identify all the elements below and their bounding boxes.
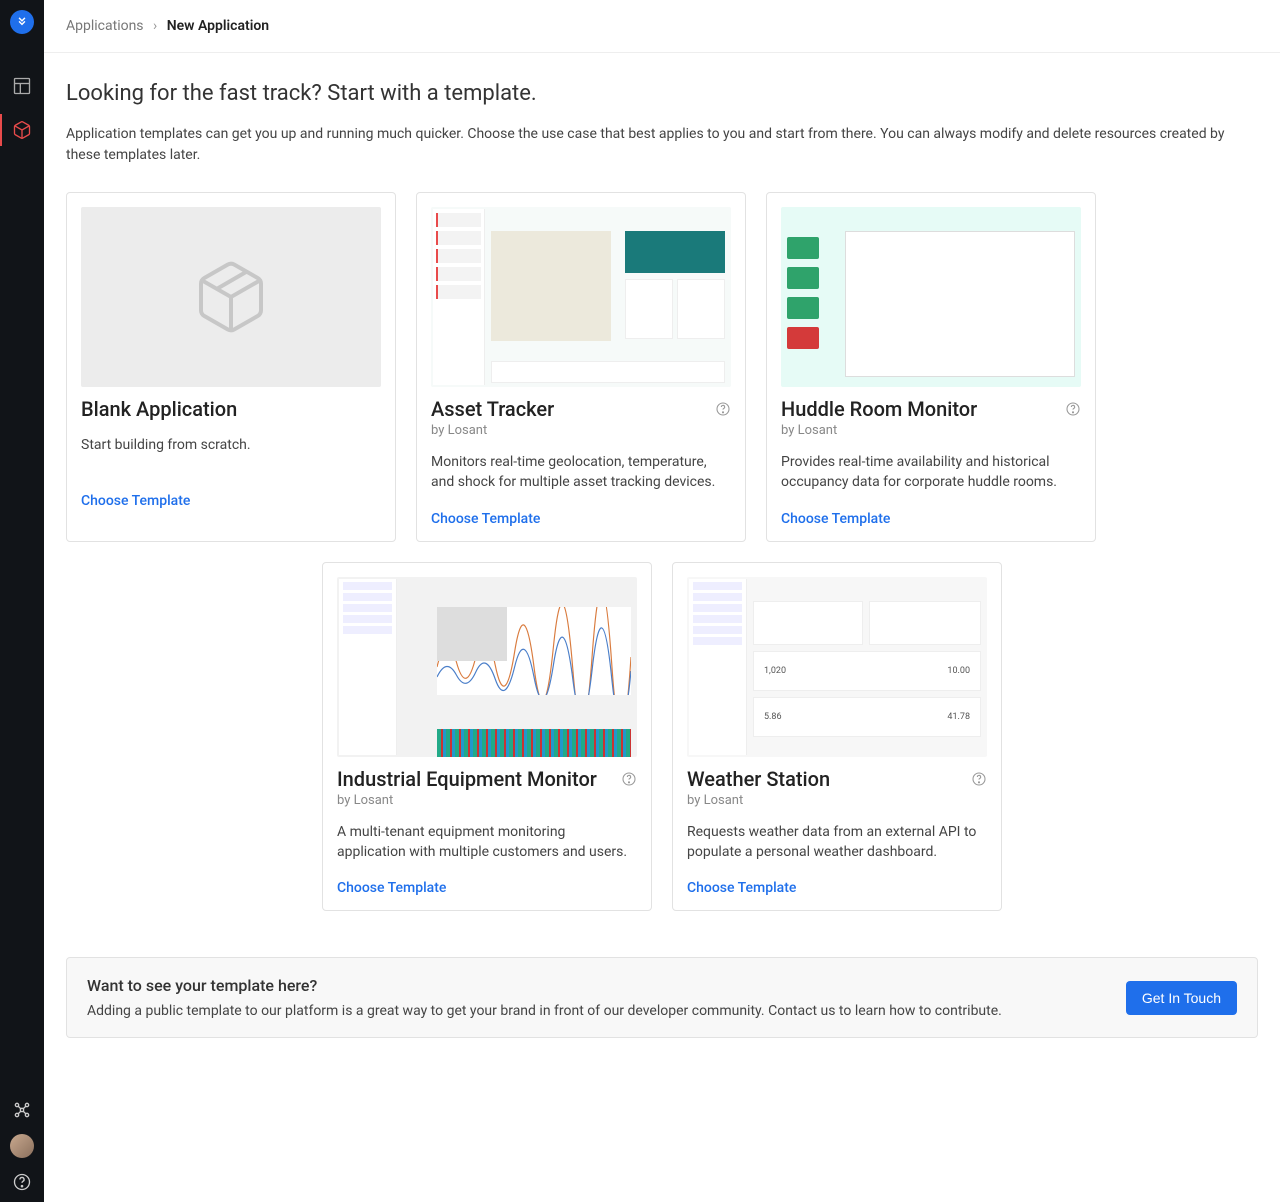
template-description: Monitors real-time geolocation, temperat… bbox=[431, 452, 731, 493]
template-preview-huddle bbox=[781, 207, 1081, 387]
box-icon bbox=[191, 257, 271, 337]
preview-number: 1,020 bbox=[764, 666, 786, 676]
template-card-huddle-room: Huddle Room Monitor by Losant Provides r… bbox=[766, 192, 1096, 542]
banner-description: Adding a public template to our platform… bbox=[87, 1003, 1002, 1019]
template-title: Industrial Equipment Monitor bbox=[337, 767, 597, 791]
brand-logo[interactable] bbox=[10, 10, 34, 34]
template-card-asset-tracker: Asset Tracker by Losant Monitors real-ti… bbox=[416, 192, 746, 542]
preview-number: 5.86 bbox=[764, 712, 782, 722]
choose-template-link[interactable]: Choose Template bbox=[431, 511, 731, 527]
sidebar bbox=[0, 0, 44, 1202]
get-in-touch-button[interactable]: Get In Touch bbox=[1126, 981, 1237, 1015]
nav-item-applications[interactable] bbox=[0, 108, 44, 152]
info-icon[interactable] bbox=[971, 771, 987, 787]
template-description: Requests weather data from an external A… bbox=[687, 822, 987, 863]
template-description: A multi-tenant equipment monitoring appl… bbox=[337, 822, 637, 863]
banner-title: Want to see your template here? bbox=[87, 976, 1002, 995]
choose-template-link[interactable]: Choose Template bbox=[781, 511, 1081, 527]
page-description: Application templates can get you up and… bbox=[66, 124, 1258, 166]
template-preview-weather: 1,020 10.00 5.86 41.78 bbox=[687, 577, 987, 757]
contribute-banner: Want to see your template here? Adding a… bbox=[66, 957, 1258, 1038]
template-title: Weather Station bbox=[687, 767, 830, 791]
template-description: Provides real-time availability and hist… bbox=[781, 452, 1081, 493]
info-icon[interactable] bbox=[715, 401, 731, 417]
breadcrumb-parent[interactable]: Applications bbox=[66, 18, 144, 34]
breadcrumb-separator: › bbox=[153, 18, 157, 34]
nav-item-graph[interactable] bbox=[0, 1100, 44, 1120]
template-author: by Losant bbox=[781, 423, 1081, 438]
content-area: Looking for the fast track? Start with a… bbox=[44, 53, 1280, 1078]
template-title: Blank Application bbox=[81, 397, 237, 421]
template-author: by Losant bbox=[687, 793, 987, 808]
nav-item-dashboards[interactable] bbox=[0, 64, 44, 108]
templates-row-2: Industrial Equipment Monitor by Losant A… bbox=[66, 562, 1258, 912]
help-icon[interactable] bbox=[0, 1172, 44, 1192]
main-content: Applications › New Application Looking f… bbox=[44, 0, 1280, 1202]
template-preview-industrial bbox=[337, 577, 637, 757]
template-card-weather: 1,020 10.00 5.86 41.78 Weather Station by … bbox=[672, 562, 1002, 912]
template-description: Start building from scratch. bbox=[81, 435, 381, 475]
template-card-blank: Blank Application Start building from sc… bbox=[66, 192, 396, 542]
choose-template-link[interactable]: Choose Template bbox=[81, 493, 381, 509]
page-title: Looking for the fast track? Start with a… bbox=[66, 81, 1258, 106]
info-icon[interactable] bbox=[1065, 401, 1081, 417]
preview-number: 41.78 bbox=[947, 712, 970, 722]
templates-row-1: Blank Application Start building from sc… bbox=[66, 192, 1258, 542]
template-card-industrial: Industrial Equipment Monitor by Losant A… bbox=[322, 562, 652, 912]
breadcrumb-current: New Application bbox=[167, 18, 269, 34]
choose-template-link[interactable]: Choose Template bbox=[337, 880, 637, 896]
template-title: Asset Tracker bbox=[431, 397, 554, 421]
template-preview-asset bbox=[431, 207, 731, 387]
breadcrumb: Applications › New Application bbox=[44, 0, 1280, 53]
choose-template-link[interactable]: Choose Template bbox=[687, 880, 987, 896]
template-preview-blank bbox=[81, 207, 381, 387]
template-author: by Losant bbox=[431, 423, 731, 438]
template-title: Huddle Room Monitor bbox=[781, 397, 977, 421]
user-avatar[interactable] bbox=[10, 1134, 34, 1158]
template-author: by Losant bbox=[337, 793, 637, 808]
info-icon[interactable] bbox=[621, 771, 637, 787]
preview-number: 10.00 bbox=[947, 666, 970, 676]
